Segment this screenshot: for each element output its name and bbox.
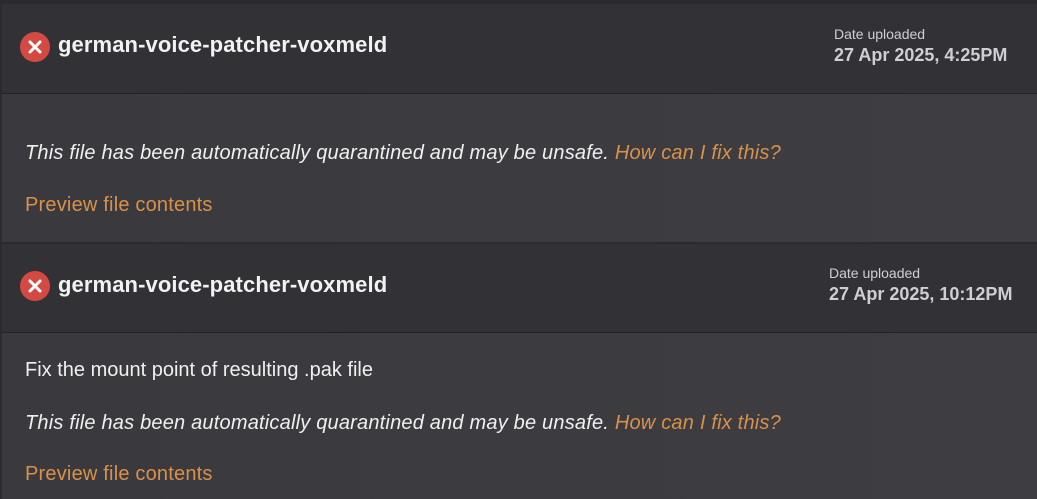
- error-x-icon: [20, 271, 50, 301]
- file-list: german-voice-patcher-voxmeld Date upload…: [0, 0, 1037, 499]
- date-uploaded-label: Date uploaded: [834, 26, 926, 42]
- file-name: german-voice-patcher-voxmeld: [58, 272, 388, 297]
- file-card-header: german-voice-patcher-voxmeld Date upload…: [2, 244, 1037, 333]
- file-card: german-voice-patcher-voxmeld Date upload…: [2, 4, 1037, 242]
- quarantine-warning-text: This file has been automatically quarant…: [25, 412, 610, 434]
- date-uploaded: Date uploaded 27 Apr 2025, 4:25PM: [834, 26, 1007, 67]
- date-uploaded-label: Date uploaded: [829, 265, 921, 281]
- date-uploaded: Date uploaded 27 Apr 2025, 10:12PM: [829, 265, 1012, 306]
- date-uploaded-value: 27 Apr 2025, 4:25PM: [834, 45, 1008, 65]
- file-description: Fix the mount point of resulting .pak fi…: [25, 359, 373, 381]
- how-to-fix-link[interactable]: How can I fix this?: [615, 142, 781, 164]
- quarantine-warning-text: This file has been automatically quarant…: [25, 142, 610, 164]
- file-name: german-voice-patcher-voxmeld: [58, 32, 388, 57]
- how-to-fix-link[interactable]: How can I fix this?: [615, 412, 781, 434]
- file-card-body: Fix the mount point of resulting .pak fi…: [2, 333, 1037, 499]
- preview-file-contents-link[interactable]: Preview file contents: [25, 194, 213, 217]
- preview-file-contents-link[interactable]: Preview file contents: [25, 463, 213, 486]
- quarantine-warning: This file has been automatically quarant…: [25, 142, 781, 165]
- error-x-icon: [20, 32, 50, 62]
- file-card-header: german-voice-patcher-voxmeld Date upload…: [2, 4, 1037, 94]
- quarantine-warning: This file has been automatically quarant…: [25, 412, 781, 435]
- file-card: german-voice-patcher-voxmeld Date upload…: [2, 244, 1037, 499]
- date-uploaded-value: 27 Apr 2025, 10:12PM: [829, 284, 1013, 304]
- file-card-body: This file has been automatically quarant…: [2, 94, 1037, 242]
